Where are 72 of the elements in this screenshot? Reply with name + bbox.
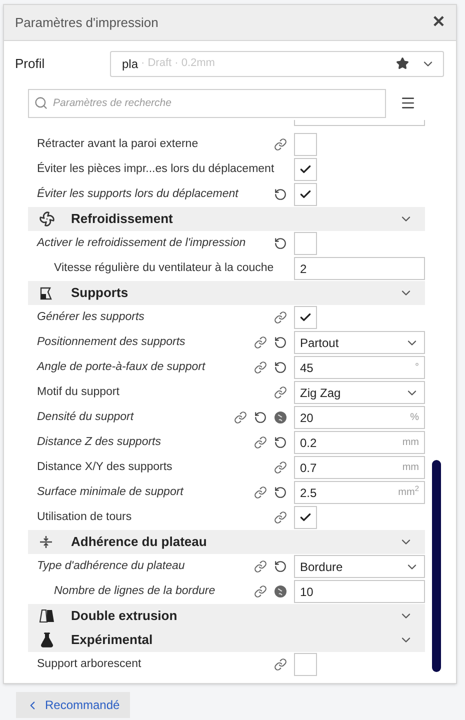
unit-label: °	[415, 361, 419, 375]
menu-icon[interactable]	[400, 95, 416, 111]
setting-label: Type d'adhérence du plateau	[36, 558, 186, 574]
reset-button[interactable]	[274, 361, 287, 374]
dropdown[interactable]: Zig Zag	[294, 381, 425, 404]
setting-label: Densité du support	[36, 410, 135, 425]
setting-label: Générer les supports	[36, 310, 146, 325]
checkbox[interactable]	[294, 158, 317, 181]
checkbox[interactable]	[294, 133, 317, 156]
setting-label: Angle de porte-à-faux de support	[36, 360, 206, 375]
setting-label: Distance X/Y des supports	[36, 460, 174, 475]
setting-label: Utilisation de tours	[36, 510, 133, 525]
setting-label: Nombre de lignes de la bordure	[53, 584, 216, 599]
check-icon	[299, 511, 312, 524]
category-header[interactable]: Adhérence du plateau	[28, 530, 425, 554]
close-button[interactable]: ✕	[432, 10, 445, 34]
nozzles-icon	[39, 608, 55, 624]
profile-label: Profil	[15, 54, 46, 73]
setting-label: Motif du support	[36, 384, 120, 400]
setting-label: Distance Z des supports	[36, 434, 162, 450]
reset-button[interactable]	[274, 188, 287, 201]
category-header[interactable]: Supports	[28, 281, 425, 305]
star-icon	[396, 57, 409, 70]
input-field[interactable]: 10	[294, 580, 425, 603]
category-header[interactable]: Refroidissement	[28, 207, 425, 231]
reset-button[interactable]	[274, 560, 287, 573]
search-icon	[34, 96, 48, 110]
reset-button[interactable]	[274, 336, 287, 349]
reset-button[interactable]	[274, 436, 287, 449]
input-field[interactable]: 2.5 mm$^{2}$	[294, 481, 425, 504]
checkbox[interactable]	[294, 232, 317, 255]
scrollbar[interactable]	[432, 460, 441, 672]
unit-label: %	[410, 411, 419, 425]
setting-label: Support arborescent	[36, 656, 142, 672]
input-field[interactable]: 20 %	[294, 406, 425, 429]
input-field[interactable]: 0.2 mm	[294, 431, 425, 454]
profile-detail: · Draft · 0.2mm	[141, 56, 216, 72]
setting-label: Éviter les supports lors du déplacement	[36, 186, 240, 202]
setting-label: Surface minimale de support	[36, 484, 185, 500]
reset-button[interactable]	[254, 411, 267, 424]
check-icon	[299, 311, 312, 324]
window-title: Paramètres d'impression	[15, 14, 160, 32]
dropdown[interactable]: Partout	[294, 331, 425, 354]
recommended-button[interactable]: Recommandé	[16, 692, 130, 718]
checkbox[interactable]	[294, 506, 317, 529]
search-field[interactable]: Paramètres de recherche	[28, 88, 386, 118]
fan-icon	[39, 211, 55, 227]
check-icon	[299, 163, 312, 176]
arrows-to-line-icon	[39, 535, 53, 549]
checkbox[interactable]	[294, 653, 317, 676]
category-header[interactable]: Double extrusion	[28, 604, 425, 628]
input-field[interactable]: 0.7 mm	[294, 456, 425, 479]
reset-button[interactable]	[274, 237, 287, 250]
input-field[interactable]: 2	[294, 257, 425, 280]
unit-label: mm$^{2}$	[398, 485, 419, 500]
checkbox[interactable]	[294, 306, 317, 329]
setting-label: Positionnement des supports	[36, 334, 186, 350]
setting-label: Vitesse régulière du ventilateur à la couche	[53, 260, 275, 276]
setting-label: Activer le refroidissement de l'impression	[36, 236, 247, 251]
setting-label: Rétracter avant la paroi externe	[36, 136, 200, 152]
setting-label: Éviter les pièces impr...es lors du déplacement	[36, 161, 276, 177]
input-field[interactable]: 45 °	[294, 356, 425, 379]
checkbox[interactable]	[294, 183, 317, 206]
check-icon	[299, 188, 312, 201]
flask-icon	[39, 632, 55, 648]
dropdown[interactable]: Bordure	[294, 555, 425, 578]
category-header[interactable]: Expérimental	[28, 628, 425, 652]
unit-label: mm	[402, 436, 419, 450]
profile-dropdown[interactable]: pla · Draft · 0.2mm	[110, 50, 444, 76]
support-icon	[39, 285, 55, 301]
unit-label: mm	[402, 461, 419, 475]
reset-button[interactable]	[274, 486, 287, 499]
